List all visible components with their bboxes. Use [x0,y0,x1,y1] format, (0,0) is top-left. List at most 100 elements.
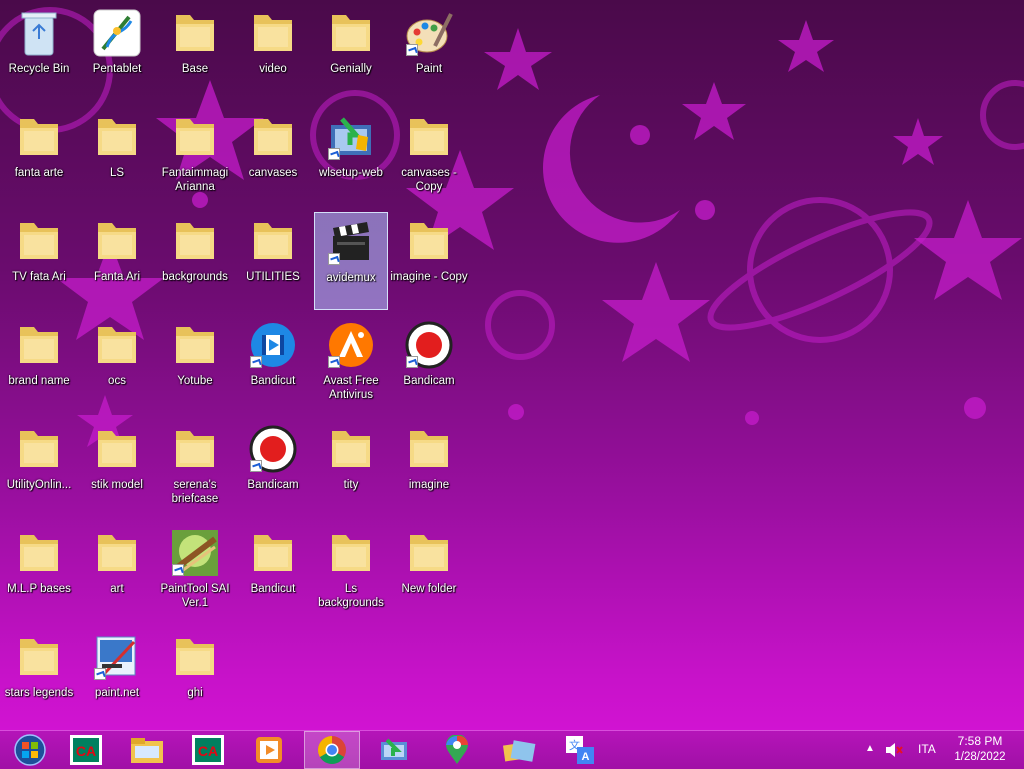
folder-icon [92,424,142,474]
desktop-icon-label: imagine [408,479,450,491]
desktop-icon-fanta-ari[interactable]: Fanta Ari [80,212,154,310]
desktop-icon-label: Yotube [177,375,213,387]
tray-overflow-chevron-icon[interactable]: ▲ [865,743,875,754]
folder-icon [248,8,298,58]
desktop-icon-bandicam[interactable]: Bandicam [236,420,310,518]
shortcut-arrow-icon [328,148,340,160]
desktop-icon-wlsetup-web[interactable]: wlsetup-web [314,108,388,206]
desktop-icon-tity[interactable]: tity [314,420,388,518]
desktop-icon-video[interactable]: video [236,4,310,102]
desktop-icon-label: New folder [401,583,457,595]
taskbar-chrome[interactable] [304,731,360,769]
avast-icon [326,320,376,370]
svg-text:A: A [582,751,590,763]
desktop-icon-base[interactable]: Base [158,4,232,102]
desktop-icon-label: video [259,63,287,75]
desktop-icon-ocs[interactable]: ocs [80,316,154,414]
folder-icon [170,8,220,58]
taskbar-google-maps[interactable] [429,731,485,769]
desktop-icon-ls[interactable]: LS [80,108,154,206]
folder-icon [404,112,454,162]
desktop-icon-fanta-arte[interactable]: fanta arte [2,108,76,206]
desktop-icon-utilityonlin[interactable]: UtilityOnlin... [2,420,76,518]
taskbar-folders[interactable] [491,731,547,769]
media-player-icon [256,737,282,763]
desktop-icon-tv-fata-ari[interactable]: TV fata Ari [2,212,76,310]
desktop-icon-label: wlsetup-web [319,167,383,179]
desktop-icon-serena-s-briefcase[interactable]: serena's briefcase [158,420,232,518]
desktop-icon-paint[interactable]: Paint [392,4,466,102]
desktop-icon-bandicut[interactable]: Bandicut [236,316,310,414]
desktop-icon-new-folder[interactable]: New folder [392,524,466,622]
desktop-icon-label: LS [109,167,125,179]
shortcut-arrow-icon [250,460,262,472]
desktop-icon-stars-legends[interactable]: stars legends [2,628,76,726]
desktop-icon-utilities[interactable]: UTILITIES [236,212,310,310]
language-indicator[interactable]: ITA [918,742,936,756]
desktop-icon-label: Paint [415,63,443,75]
taskbar: CA CA 文 A ▲ ITA 7:58 PM 1/28/2022 [0,730,1024,769]
shortcut-arrow-icon [250,356,262,368]
folder-icon [92,528,142,578]
start-button[interactable] [2,731,58,769]
desktop-icon-imagine-copy[interactable]: imagine - Copy [390,212,468,310]
desktop-icon-label: UtilityOnlin... [6,479,72,491]
desktop-icon-painttool-sai-ver-1[interactable]: PaintTool SAI Ver.1 [158,524,232,622]
desktop-icon-label: TV fata Ari [12,271,66,283]
desktop-icon-label: Avast Free Antivirus [323,375,379,401]
clock-time[interactable]: 7:58 PM [950,734,1010,748]
desktop-icon-fantaimmagi-arianna[interactable]: Fantaimmagi Arianna [158,108,232,206]
folder-icon [170,424,220,474]
desktop-icon-backgrounds[interactable]: backgrounds [158,212,232,310]
desktop-icon-avidemux[interactable]: avidemux [314,212,388,310]
desktop-icon-art[interactable]: art [80,524,154,622]
desktop-icon-yotube[interactable]: Yotube [158,316,232,414]
desktop-icon-label: UTILITIES [246,271,300,283]
folder-icon [170,216,220,266]
desktop-icon-label: tity [343,479,359,491]
setup-icon [326,112,376,162]
desktop-icon-label: ocs [108,375,126,387]
taskbar-translate[interactable]: 文 A [552,731,608,769]
desktop-icon-m-l-p-bases[interactable]: M.L.P bases [2,524,76,622]
taskbar-setup[interactable] [366,731,422,769]
volume-muted-icon[interactable] [885,742,903,758]
desktop-icon-bandicam[interactable]: Bandicam [392,316,466,414]
desktop-icon-label: serena's briefcase [171,479,219,505]
folder-icon [14,112,64,162]
taskbar-file-explorer[interactable] [119,731,175,769]
bandicam-icon [404,320,454,370]
pentablet-icon [92,8,142,58]
bandicam-icon [248,424,298,474]
desktop-icon-canvases[interactable]: canvases [236,108,310,206]
desktop-icon-bandicut[interactable]: Bandicut [236,524,310,622]
desktop: Recycle Bin Pentablet Base video Genially Pai… [0,0,1024,730]
desktop-icon-imagine[interactable]: imagine [392,420,466,518]
desktop-icon-genially[interactable]: Genially [314,4,388,102]
desktop-icon-label: brand name [8,375,70,387]
desktop-icon-label: Base [181,63,209,75]
taskbar-credit-agricole-2[interactable]: CA [180,731,236,769]
clock-date[interactable]: 1/28/2022 [946,751,1014,763]
desktop-icon-ls-backgrounds[interactable]: Ls backgrounds [314,524,388,622]
desktop-icon-label: canvases [248,167,298,179]
taskbar-media-player[interactable] [241,731,297,769]
shortcut-arrow-icon [328,253,340,265]
desktop-icon-brand-name[interactable]: brand name [2,316,76,414]
folder-icon [326,528,376,578]
taskbar-credit-agricole-1[interactable]: CA [58,731,114,769]
credit-agricole-icon: CA [70,735,102,765]
desktop-icon-stik-model[interactable]: stik model [80,420,154,518]
desktop-icon-label: stik model [91,479,143,491]
desktop-icon-avast-free-antivirus[interactable]: Avast Free Antivirus [314,316,388,414]
desktop-icon-canvases-copy[interactable]: canvases - Copy [392,108,466,206]
folder-icon [92,216,142,266]
folder-icon [248,216,298,266]
folder-icon [404,528,454,578]
folder-icon [92,320,142,370]
desktop-icon-paint-net[interactable]: paint.net [80,628,154,726]
desktop-icon-recycle-bin[interactable]: Recycle Bin [2,4,76,102]
desktop-icon-ghi[interactable]: ghi [158,628,232,726]
folder-icon [404,424,454,474]
desktop-icon-pentablet[interactable]: Pentablet [80,4,154,102]
